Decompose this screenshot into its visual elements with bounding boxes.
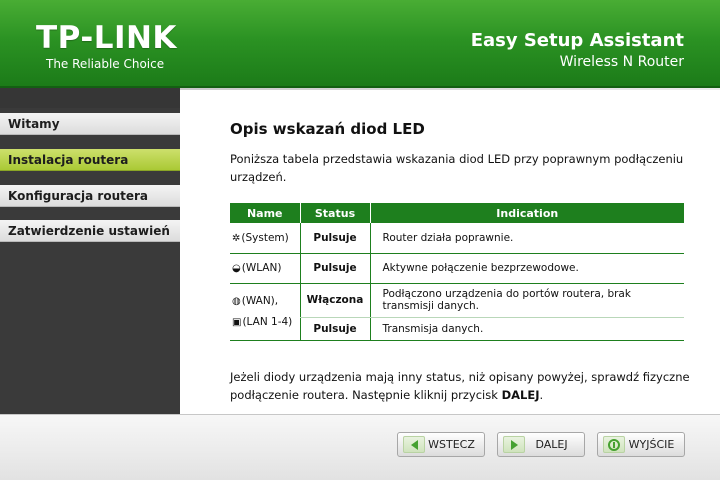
column-header-indication: Indication bbox=[370, 203, 684, 223]
header-banner: TP-LINK The Reliable Choice Easy Setup A… bbox=[0, 0, 720, 88]
led-status-cell: Pulsuje bbox=[299, 223, 371, 254]
lan-label: ▣(LAN 1-4) bbox=[232, 315, 293, 328]
sidebar-item-witamy[interactable]: Witamy bbox=[0, 113, 180, 135]
bottom-button-bar: WSTECZ DALEJ WYJŚCIE bbox=[0, 414, 720, 480]
back-button-label: WSTECZ bbox=[428, 438, 475, 451]
led-indication-cell: Podłączono urządzenia do portów routera,… bbox=[370, 283, 684, 318]
led-indication-cell: Transmisja danych. bbox=[370, 317, 684, 341]
led-status-cell: Pulsuje bbox=[299, 253, 371, 284]
arrow-right-icon bbox=[503, 436, 525, 453]
monitor-icon: ▣ bbox=[232, 316, 242, 328]
wan-label: ◍(WAN), bbox=[232, 294, 279, 307]
globe-icon: ◍ bbox=[232, 295, 241, 307]
column-header-name: Name bbox=[230, 203, 301, 223]
exit-button[interactable]: WYJŚCIE bbox=[597, 432, 685, 457]
sidebar-item-instalacja-routera[interactable]: Instalacja routera bbox=[0, 149, 180, 171]
wifi-icon: ◒ bbox=[232, 263, 241, 274]
next-button[interactable]: DALEJ bbox=[497, 432, 585, 457]
table-row: ◒(WLAN) Pulsuje Aktywne połączenie bezpr… bbox=[230, 253, 684, 284]
logo-text: TP-LINK bbox=[36, 20, 177, 56]
table-header-row: Name Status Indication bbox=[230, 203, 684, 223]
app-title: Easy Setup Assistant bbox=[470, 30, 684, 51]
table-row: ✲(System) Pulsuje Router działa poprawni… bbox=[230, 223, 684, 254]
instruction-text: Jeżeli diody urządzenia mają inny status… bbox=[230, 370, 690, 402]
sidebar-item-konfiguracja-routera[interactable]: Konfiguracja routera bbox=[0, 185, 180, 207]
led-status-cell: Pulsuje bbox=[299, 317, 371, 341]
logo-tagline: The Reliable Choice bbox=[46, 57, 165, 71]
led-name-cell: ◒(WLAN) bbox=[230, 253, 300, 284]
back-button[interactable]: WSTECZ bbox=[397, 432, 485, 457]
tp-link-logo: TP-LINK The Reliable Choice bbox=[36, 20, 177, 71]
table-row: ◍(WAN), ▣(LAN 1-4) Włączona Podłączono u… bbox=[230, 283, 684, 341]
column-header-status: Status bbox=[300, 203, 371, 223]
led-name-cell: ◍(WAN), ▣(LAN 1-4) bbox=[230, 283, 300, 341]
sidebar-item-zatwierdzenie-ustawien[interactable]: Zatwierdzenie ustawień bbox=[0, 220, 180, 242]
led-indication-cell: Aktywne połączenie bezprzewodowe. bbox=[370, 253, 684, 284]
led-indication-cell: Router działa poprawnie. bbox=[370, 223, 684, 254]
sidebar-top-strip bbox=[0, 88, 180, 108]
app-subtitle: Wireless N Router bbox=[559, 54, 684, 70]
arrow-left-icon bbox=[403, 436, 425, 453]
next-button-label: DALEJ bbox=[535, 438, 568, 451]
exit-icon bbox=[603, 436, 625, 453]
gear-icon: ✲ bbox=[232, 232, 241, 244]
led-name-cell: ✲(System) bbox=[230, 223, 300, 254]
exit-button-label: WYJŚCIE bbox=[628, 438, 675, 451]
intro-text: Poniższa tabela przedstawia wskazania di… bbox=[230, 152, 684, 184]
main-content: Opis wskazań diod LED Poniższa tabela pr… bbox=[180, 88, 720, 414]
dalej-emphasis: DALEJ bbox=[501, 388, 540, 402]
page-title: Opis wskazań diod LED bbox=[230, 120, 425, 138]
sidebar: Witamy Instalacja routera Konfiguracja r… bbox=[0, 88, 180, 414]
led-status-cell: Włączona bbox=[299, 283, 371, 318]
led-status-table: Name Status Indication ✲(System) Pulsuje… bbox=[230, 203, 684, 341]
